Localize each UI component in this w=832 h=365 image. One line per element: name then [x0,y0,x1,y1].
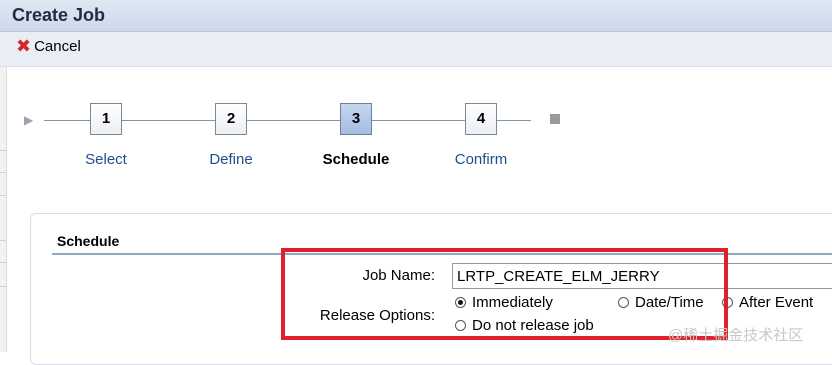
cancel-button[interactable]: ✖ Cancel [16,36,81,56]
step-3-box[interactable]: 3 [340,103,372,135]
radio-after-event-label: After Event [739,294,814,311]
toolbar: ✖ Cancel [0,32,832,67]
step-2-box[interactable]: 2 [215,103,247,135]
step-4-label[interactable]: Confirm [426,151,536,168]
window-title: Create Job [12,5,106,25]
step-1-box[interactable]: 1 [90,103,122,135]
wizard-start-icon: ▶ [24,113,34,127]
cancel-label: Cancel [34,37,81,55]
section-title: Schedule [57,233,120,249]
wizard-end-marker [550,114,560,124]
close-icon: ✖ [16,36,32,56]
watermark: @稀土掘金技术社区 [668,327,804,344]
window-title-bar: Create Job [0,0,832,32]
step-1-label[interactable]: Select [51,151,161,168]
radio-after-event[interactable]: After Event [722,294,813,311]
step-4-box[interactable]: 4 [465,103,497,135]
step-3-label: Schedule [322,151,390,168]
step-2-label[interactable]: Define [176,151,286,168]
highlight-box [281,248,728,340]
